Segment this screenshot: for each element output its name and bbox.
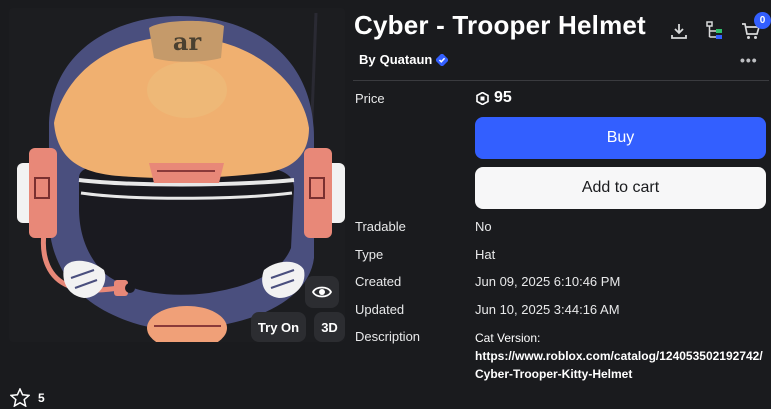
description-label: Description — [355, 329, 421, 344]
hierarchy-icon — [706, 21, 722, 39]
cart-count-badge: 0 — [754, 12, 771, 29]
item-toolbar: 0 — [668, 12, 771, 42]
eye-icon — [312, 286, 332, 298]
add-to-cart-button[interactable]: Add to cart — [475, 167, 766, 209]
type-label: Type — [355, 247, 384, 262]
download-icon — [671, 24, 687, 39]
view-3d-button[interactable]: 3D — [314, 312, 345, 342]
type-value: Hat — [475, 247, 496, 262]
favorite-button[interactable]: 5 — [10, 388, 45, 407]
creator-byline: By Quataun — [359, 52, 449, 67]
updated-value: Jun 10, 2025 3:44:16 AM — [475, 302, 620, 317]
cart-button[interactable]: 0 — [740, 12, 771, 42]
preview-toggle-button[interactable] — [305, 276, 339, 308]
description-text: Cat Version: https://www.roblox.com/cata… — [475, 329, 770, 383]
creator-link[interactable]: Quataun — [380, 52, 433, 67]
helmet-logo-text: ar — [173, 27, 202, 56]
star-icon — [10, 388, 30, 407]
try-on-button[interactable]: Try On — [251, 312, 306, 342]
tradable-label: Tradable — [355, 219, 406, 234]
hierarchy-button[interactable] — [704, 20, 726, 42]
by-prefix: By — [359, 52, 376, 67]
robux-icon — [476, 91, 489, 105]
item-title: Cyber - Trooper Helmet — [354, 10, 646, 40]
tradable-value: No — [475, 219, 492, 234]
buy-button[interactable]: Buy — [475, 117, 766, 159]
created-value: Jun 09, 2025 6:10:46 PM — [475, 274, 621, 289]
header-divider — [353, 80, 769, 81]
description-line: Cat Version: — [475, 331, 541, 345]
favorite-count: 5 — [38, 390, 45, 405]
price-value: 95 — [476, 89, 512, 107]
download-button[interactable] — [668, 20, 690, 42]
item-preview[interactable]: ar Try On 3D — [9, 8, 345, 342]
updated-label: Updated — [355, 302, 405, 317]
more-options-button[interactable]: ••• — [740, 52, 758, 68]
verified-badge-icon — [436, 53, 449, 66]
price-label: Price — [355, 91, 385, 106]
description-link[interactable]: https://www.roblox.com/catalog/124053502… — [475, 347, 770, 383]
helmet-thumbnail: ar — [17, 12, 345, 342]
created-label: Created — [355, 274, 402, 289]
price-amount: 95 — [494, 89, 512, 106]
